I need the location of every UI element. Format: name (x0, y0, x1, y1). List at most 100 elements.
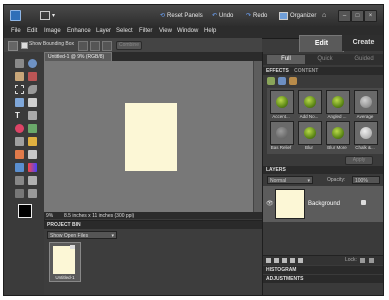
tab-full[interactable]: Full (267, 55, 305, 64)
redo-icon: ↷ (246, 13, 252, 19)
apply-button[interactable]: Apply (345, 156, 373, 165)
menu-window[interactable]: Window (177, 28, 198, 34)
align-icon[interactable] (90, 41, 100, 51)
new-layer-icon[interactable] (266, 258, 271, 263)
opacity-field[interactable]: 100% (352, 176, 380, 184)
menu-file[interactable]: File (11, 28, 21, 34)
adjustment-layer-icon[interactable] (282, 258, 287, 263)
chevron-down-icon: ▾ (307, 178, 310, 184)
delete-layer-icon[interactable] (298, 258, 303, 263)
paint-bucket-tool-icon[interactable] (15, 163, 24, 172)
zoom-tool-icon[interactable] (28, 59, 37, 68)
effect-thumb[interactable] (298, 90, 322, 114)
mask-icon[interactable] (290, 258, 295, 263)
move-tool-preset-icon[interactable] (8, 41, 18, 51)
menu-enhance[interactable]: Enhance (67, 28, 91, 34)
menu-edit[interactable]: Edit (27, 28, 37, 34)
pencil-tool-icon[interactable] (28, 137, 37, 146)
lasso-tool-icon[interactable] (28, 85, 37, 94)
arrange-icon[interactable] (78, 41, 88, 51)
lock-label: Lock: (345, 257, 357, 263)
histogram-title: HISTOGRAM (266, 267, 297, 273)
content-tab[interactable]: CONTENT (294, 68, 318, 74)
hand-tool-icon[interactable] (15, 72, 24, 81)
lock-transparency-icon[interactable] (360, 258, 365, 263)
clone-stamp-tool-icon[interactable] (15, 137, 24, 146)
project-bin-filter-select[interactable]: Show Open Files ▾ (47, 231, 117, 239)
combine-button[interactable]: Combine (116, 41, 142, 50)
lock-icon (361, 200, 366, 205)
blur-tool-icon[interactable] (28, 176, 37, 185)
project-bin-item[interactable]: Untitled-1 (49, 242, 81, 282)
effect-thumb[interactable] (326, 121, 350, 145)
effect-thumb[interactable] (354, 121, 378, 145)
healing-brush-tool-icon[interactable] (28, 124, 37, 133)
shape-tool-icon[interactable] (15, 176, 24, 185)
gradient-tool-icon[interactable] (28, 163, 37, 172)
layer-row[interactable]: 👁 Background (263, 186, 383, 222)
menu-filter[interactable]: Filter (139, 28, 152, 34)
filters-icon[interactable] (267, 77, 275, 85)
layer-styles-icon[interactable] (278, 77, 286, 85)
effect-thumb[interactable] (326, 90, 350, 114)
eyedropper-tool-icon[interactable] (28, 72, 37, 81)
distribute-icon[interactable] (102, 41, 112, 51)
elements-logo-icon (10, 10, 21, 21)
layers-title[interactable]: LAYERS (266, 167, 286, 173)
type-tool-icon[interactable]: T (15, 111, 24, 120)
project-bin-filter-value: Show Open Files (50, 233, 89, 239)
organizer-label: Organizer (290, 12, 317, 19)
organizer-button[interactable]: Organizer (279, 10, 316, 21)
tab-guided[interactable]: Guided (345, 55, 383, 64)
effect-thumb[interactable] (270, 90, 294, 114)
adjustments-header[interactable]: ADJUSTMENTS (263, 275, 383, 283)
undo-label: Undo (219, 12, 234, 19)
brush-tool-icon[interactable] (15, 150, 24, 159)
marquee-tool-icon[interactable] (15, 85, 24, 94)
menu-view[interactable]: View (159, 28, 172, 34)
workspace-menu[interactable]: ▾ (40, 10, 55, 21)
zoom-level[interactable]: 9% (46, 212, 53, 220)
document-tab[interactable]: Untitled-1 @ 9% (RGB/8) (44, 52, 112, 61)
red-eye-tool-icon[interactable] (15, 124, 24, 133)
crop-tool-icon[interactable] (28, 111, 37, 120)
lock-all-icon[interactable] (369, 258, 374, 263)
tab-create[interactable]: Create (342, 35, 383, 51)
magic-wand-tool-icon[interactable] (28, 98, 37, 107)
move-tool-icon[interactable] (15, 59, 24, 68)
straighten-tool-icon[interactable] (28, 189, 37, 198)
effect-thumb[interactable] (354, 90, 378, 114)
undo-button[interactable]: ↶ Undo (212, 10, 233, 21)
reset-panels-label: Reset Panels (167, 12, 203, 19)
foreground-color-swatch[interactable] (18, 204, 32, 218)
close-button[interactable]: × (364, 10, 377, 22)
menu-layer[interactable]: Layer (96, 28, 111, 34)
minimize-button[interactable]: – (338, 10, 351, 22)
new-group-icon[interactable] (274, 258, 279, 263)
undo-icon: ↶ (212, 13, 218, 19)
reset-panels-button[interactable]: ⟲ Reset Panels (160, 10, 203, 21)
tab-quick[interactable]: Quick (307, 55, 343, 64)
eraser-tool-icon[interactable] (28, 150, 37, 159)
menu-select[interactable]: Select (116, 28, 133, 34)
histogram-header[interactable]: HISTOGRAM (263, 266, 383, 274)
maximize-button[interactable]: □ (351, 10, 364, 22)
layer-name[interactable]: Background (308, 201, 340, 207)
tab-edit[interactable]: Edit (299, 35, 344, 53)
effect-thumb[interactable] (298, 121, 322, 145)
redo-button[interactable]: ↷ Redo (246, 10, 267, 21)
effect-thumb[interactable] (270, 121, 294, 145)
blend-mode-select[interactable]: Normal ▾ (267, 176, 313, 184)
quick-selection-tool-icon[interactable] (15, 98, 24, 107)
eye-icon[interactable]: 👁 (266, 200, 274, 207)
menu-image[interactable]: Image (44, 28, 61, 34)
organizer-icon (279, 11, 288, 20)
photo-effects-icon[interactable] (289, 77, 297, 85)
home-button[interactable]: ⌂ (322, 10, 326, 21)
document-canvas[interactable] (125, 103, 177, 171)
menu-help[interactable]: Help (204, 28, 216, 34)
show-bounding-box-checkbox[interactable] (21, 42, 28, 49)
sponge-tool-icon[interactable] (15, 189, 24, 198)
project-bin-header: PROJECT BIN (44, 221, 262, 229)
effects-title[interactable]: EFFECTS (266, 68, 289, 74)
